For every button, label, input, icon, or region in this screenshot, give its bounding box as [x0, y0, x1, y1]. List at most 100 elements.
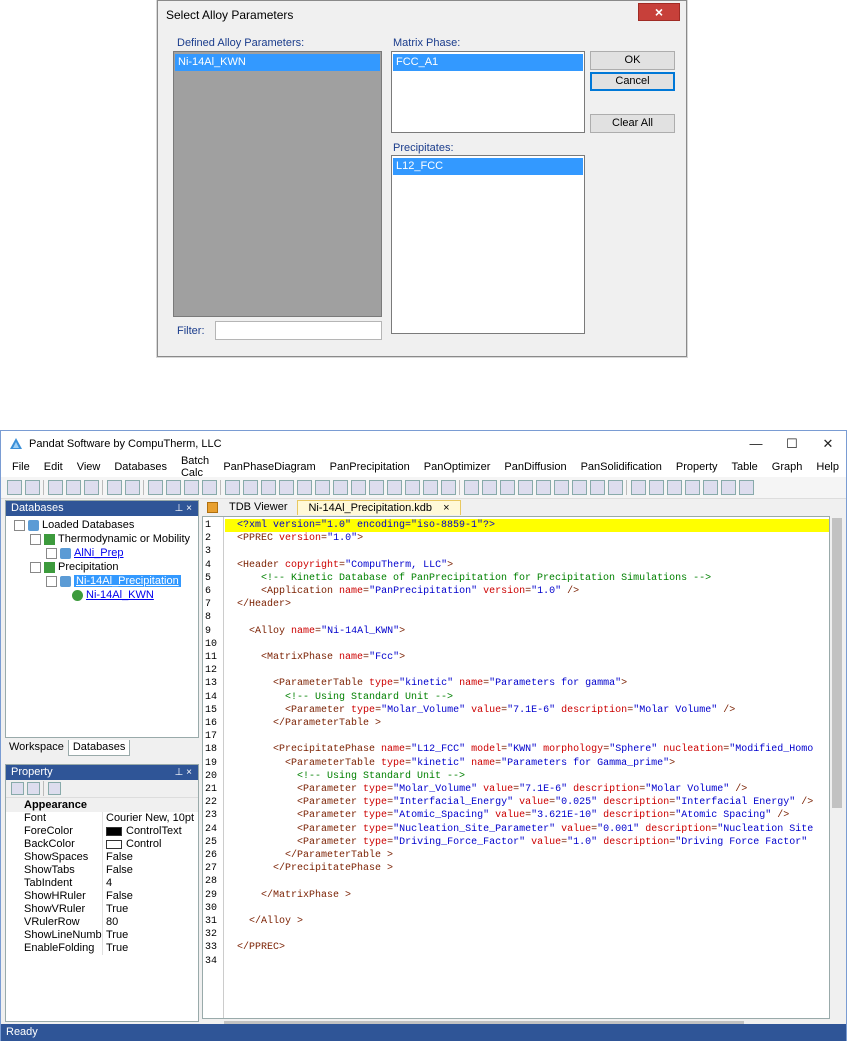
code-editor[interactable]: 1 <?xml version="1.0" encoding="iso-8859-…: [202, 516, 830, 1019]
code-line[interactable]: 13 <ParameterTable type="kinetic" name="…: [203, 677, 829, 690]
dialog-close-button[interactable]: ×: [638, 3, 680, 21]
collapse-icon[interactable]: [46, 575, 57, 587]
tie-line-icon[interactable]: [571, 480, 587, 495]
code-line[interactable]: 7 </Header>: [203, 598, 829, 611]
point-calc-icon[interactable]: [296, 480, 312, 495]
menu-graph[interactable]: Graph: [765, 461, 810, 473]
property-value[interactable]: Control: [103, 838, 161, 851]
save-all-icon[interactable]: [83, 480, 99, 495]
property-value[interactable]: 80: [103, 916, 118, 929]
grid-icon[interactable]: [535, 480, 551, 495]
code-line[interactable]: 27 </PrecipitatePhase >: [203, 862, 829, 875]
pin-close-icon[interactable]: ⊥ ×: [175, 765, 192, 780]
menu-panphasediagram[interactable]: PanPhaseDiagram: [216, 461, 322, 473]
code-line[interactable]: 20 <!-- Using Standard Unit -->: [203, 770, 829, 783]
property-value[interactable]: ControlText: [103, 825, 182, 838]
code-line[interactable]: 5 <!-- Kinetic Database of PanPrecipitat…: [203, 572, 829, 585]
code-line[interactable]: 30: [203, 902, 829, 915]
paste-icon[interactable]: [183, 480, 199, 495]
optimizer-icon[interactable]: [422, 480, 438, 495]
property-row[interactable]: TabIndent 4: [6, 877, 198, 890]
expand-icon[interactable]: [46, 547, 57, 559]
code-line[interactable]: 31 </Alloy >: [203, 915, 829, 928]
load-icon[interactable]: [260, 480, 276, 495]
property-category[interactable]: Appearance: [6, 798, 198, 812]
menu-panoptimizer[interactable]: PanOptimizer: [417, 461, 498, 473]
text-icon[interactable]: [720, 480, 736, 495]
scroll-thumb[interactable]: [832, 518, 842, 808]
menu-panprecipitation[interactable]: PanPrecipitation: [323, 461, 417, 473]
property-row[interactable]: VRulerRow 80: [6, 916, 198, 929]
code-line[interactable]: 25 <Parameter type="Driving_Force_Factor…: [203, 836, 829, 849]
property-value[interactable]: Courier New, 10pt: [103, 812, 194, 825]
code-line[interactable]: 2 <PPREC version="1.0">: [203, 532, 829, 545]
code-line[interactable]: 33 </PPREC>: [203, 941, 829, 954]
property-value[interactable]: False: [103, 890, 133, 903]
code-line[interactable]: 12: [203, 664, 829, 677]
open-icon[interactable]: [47, 480, 63, 495]
list-item[interactable]: L12_FCC: [393, 158, 583, 175]
menu-property[interactable]: Property: [669, 461, 725, 473]
cancel-button[interactable]: Cancel: [590, 72, 675, 91]
menu-file[interactable]: File: [5, 461, 37, 473]
code-line[interactable]: 15 <Parameter type="Molar_Volume" value=…: [203, 704, 829, 717]
tab-tdb-viewer[interactable]: TDB Viewer: [219, 500, 297, 515]
text-box-icon[interactable]: [702, 480, 718, 495]
menu-databases[interactable]: Databases: [107, 461, 174, 473]
code-line[interactable]: 3: [203, 545, 829, 558]
code-line[interactable]: 19 <ParameterTable type="kinetic" name="…: [203, 757, 829, 770]
triangle-icon[interactable]: [350, 480, 366, 495]
property-value[interactable]: True: [103, 903, 128, 916]
property-row[interactable]: ShowTabs False: [6, 864, 198, 877]
tab-kdb-file[interactable]: Ni-14Al_Precipitation.kdb ×: [297, 500, 461, 515]
diffusion-icon[interactable]: [404, 480, 420, 495]
tree-node-ni-14al-precipitation[interactable]: Ni-14Al_Precipitation: [46, 575, 181, 587]
menu-edit[interactable]: Edit: [37, 461, 70, 473]
layer-icon[interactable]: [553, 480, 569, 495]
collapse-icon[interactable]: [30, 533, 41, 545]
minimize-button[interactable]: —: [738, 431, 774, 457]
code-line[interactable]: 16 </ParameterTable >: [203, 717, 829, 730]
label-icon[interactable]: [589, 480, 605, 495]
menu-batch-calc[interactable]: Batch Calc: [174, 455, 216, 479]
property-value[interactable]: 4: [103, 877, 112, 890]
clear-all-button[interactable]: Clear All: [590, 114, 675, 133]
code-line[interactable]: 29 </MatrixPhase >: [203, 889, 829, 902]
code-line[interactable]: 28: [203, 875, 829, 888]
tree-node-alni-prep[interactable]: AlNi_Prep: [46, 547, 124, 559]
ok-button[interactable]: OK: [590, 51, 675, 70]
tree-node-ni-14al-kwn[interactable]: Ni-14Al_KWN: [72, 589, 154, 601]
pin-close-icon[interactable]: ⊥ ×: [175, 501, 192, 516]
list-item[interactable]: Ni-14Al_KWN: [175, 54, 380, 71]
property-row[interactable]: ForeColor ControlText: [6, 825, 198, 838]
table-icon[interactable]: [499, 480, 515, 495]
menu-view[interactable]: View: [70, 461, 108, 473]
property-row[interactable]: ShowHRuler False: [6, 890, 198, 903]
code-line[interactable]: 18 <PrecipitatePhase name="L12_FCC" mode…: [203, 743, 829, 756]
line-calc-icon[interactable]: [314, 480, 330, 495]
precipitates-list[interactable]: L12_FCC: [391, 155, 585, 334]
calc-icon[interactable]: [278, 480, 294, 495]
delete-icon[interactable]: [201, 480, 217, 495]
print-icon[interactable]: [124, 480, 140, 495]
tab-databases[interactable]: Databases: [67, 740, 131, 756]
code-line[interactable]: 14 <!-- Using Standard Unit -->: [203, 691, 829, 704]
code-line[interactable]: 32: [203, 928, 829, 941]
scheil-icon[interactable]: [368, 480, 384, 495]
pointer-icon[interactable]: [630, 480, 646, 495]
tab-workspace[interactable]: Workspace: [5, 740, 68, 756]
code-line[interactable]: 17: [203, 730, 829, 743]
code-line[interactable]: 26 </ParameterTable >: [203, 849, 829, 862]
legend-icon[interactable]: [684, 480, 700, 495]
close-tab-icon[interactable]: ×: [443, 502, 449, 514]
close-button[interactable]: ✕: [810, 431, 846, 457]
filter-input[interactable]: [215, 321, 382, 340]
code-line[interactable]: 8: [203, 611, 829, 624]
code-line[interactable]: 11 <MatrixPhase name="Fcc">: [203, 651, 829, 664]
tree-node-loaded-databases[interactable]: Loaded Databases: [14, 519, 134, 531]
import-icon[interactable]: [224, 480, 240, 495]
tree-label[interactable]: Ni-14Al_Precipitation: [74, 575, 181, 587]
tree-node-thermodynamic[interactable]: Thermodynamic or Mobility: [30, 533, 190, 545]
graph-edit-icon[interactable]: [481, 480, 497, 495]
property-value[interactable]: False: [103, 851, 133, 864]
